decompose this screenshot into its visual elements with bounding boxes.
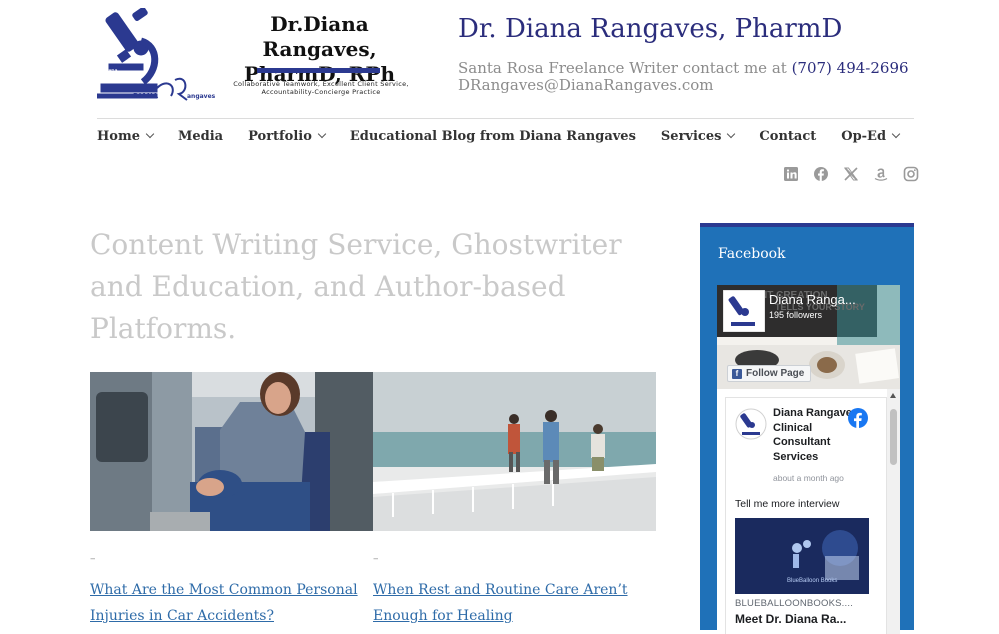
chevron-down-icon — [317, 129, 327, 139]
sidebar-facebook-widget: Facebook CONTENT CREATION TELLS YOUR STO… — [700, 223, 914, 634]
fb-page-avatar[interactable] — [723, 290, 765, 332]
instagram-icon[interactable] — [903, 166, 919, 182]
tagline-text: Santa Rosa Freelance Writer contact me a… — [458, 59, 792, 77]
fb-link-domain[interactable]: BLUEBALLOONBOOKS.... — [735, 598, 869, 609]
chevron-down-icon — [727, 129, 736, 139]
nav-label: Portfolio — [248, 128, 312, 144]
svg-text:DIANA: DIANA — [133, 92, 159, 100]
fb-page-name[interactable]: Diana Ranga... — [769, 292, 856, 307]
fb-post-timestamp[interactable]: about a month ago — [773, 473, 844, 483]
nav-item-home[interactable]: Home — [97, 127, 155, 145]
nav-item-blog[interactable]: Educational Blog from Diana Rangaves — [350, 127, 636, 145]
scroll-up-arrow-icon[interactable] — [890, 393, 896, 398]
nav-label: Educational Blog from Diana Rangaves — [349, 128, 636, 144]
fb-post-text: Tell me more interview — [735, 498, 840, 510]
svg-text:Diana: Diana — [103, 68, 118, 74]
nav-item-portfolio[interactable]: Portfolio — [248, 127, 327, 145]
post-title-link[interactable]: What Are the Most Common Personal Injuri… — [90, 577, 360, 629]
follow-label: Follow Page — [746, 368, 805, 379]
nav-item-op-ed[interactable]: Op-Ed — [841, 127, 901, 145]
nav-item-services[interactable]: Services — [660, 127, 736, 145]
nav-label: Contact — [759, 128, 817, 144]
post-title-link[interactable]: When Rest and Routine Care Aren’t Enough… — [373, 577, 643, 629]
nav-label: Services — [660, 128, 722, 144]
social-links — [783, 166, 933, 182]
microscope-logo-icon: Diana DIANA angaves — [97, 8, 216, 101]
x-icon[interactable] — [843, 166, 859, 182]
fb-link-title[interactable]: Meet Dr. Diana Ra... — [735, 612, 846, 626]
svg-text:angaves: angaves — [187, 93, 216, 100]
fb-followers-count: 195 followers — [769, 310, 823, 320]
fb-link-image-label: BlueBalloon Books — [787, 578, 837, 584]
fb-post-avatar[interactable] — [735, 408, 767, 440]
site-tagline: Santa Rosa Freelance Writer contact me a… — [458, 60, 909, 94]
phone-link[interactable]: (707) 494-2696 — [792, 59, 909, 77]
nav-label: Home — [97, 128, 140, 144]
header-divider — [97, 118, 914, 119]
fb-scrollbar[interactable] — [887, 389, 900, 634]
email-text: DRangaves@DianaRangaves.com — [458, 76, 714, 94]
nav-item-contact[interactable]: Contact — [759, 127, 816, 145]
facebook-f-icon: f — [732, 368, 742, 379]
logo-title: Dr.Diana Rangaves, PharmD, RPh — [244, 12, 395, 86]
nav-label: Media — [177, 128, 224, 144]
scrollbar-thumb[interactable] — [890, 409, 897, 465]
page-title: Content Writing Service, Ghostwriter and… — [90, 228, 622, 345]
fb-link-image[interactable]: BlueBalloon Books — [735, 518, 869, 594]
fb-follow-page-button[interactable]: f Follow Page — [727, 365, 812, 382]
site-logo[interactable]: Diana DIANA angaves Dr.Diana Rangaves, P… — [97, 8, 427, 103]
post-meta-dash: – — [373, 552, 379, 565]
post-thumbnail-car-accident[interactable] — [90, 372, 373, 531]
main-nav: Home Media Portfolio Educational Blog fr… — [97, 127, 924, 145]
post-thumbnail-pier[interactable] — [373, 372, 656, 531]
nav-label: Op-Ed — [841, 128, 887, 144]
sidebar-heading: Facebook — [718, 246, 786, 262]
site-title[interactable]: Dr. Diana Rangaves, PharmD — [458, 14, 842, 44]
chevron-down-icon — [145, 129, 155, 139]
facebook-logo-icon[interactable] — [848, 408, 868, 428]
linkedin-icon[interactable] — [783, 166, 799, 182]
chevron-down-icon — [891, 129, 901, 139]
fb-post-author[interactable]: Diana Rangaves Clinical Consultant Servi… — [773, 406, 858, 464]
logo-divider — [257, 68, 380, 73]
nav-item-media[interactable]: Media — [178, 127, 223, 145]
post-meta-dash: – — [90, 552, 96, 565]
fb-post-card: Diana Rangaves Clinical Consultant Servi… — [725, 397, 887, 634]
amazon-icon[interactable] — [873, 166, 889, 182]
facebook-icon[interactable] — [813, 166, 829, 182]
facebook-page-plugin: CONTENT CREATION TELLS YOUR STORY Diana … — [717, 285, 900, 634]
logo-tagline: Collaborative Teamwork, Excellent Client… — [233, 80, 409, 96]
